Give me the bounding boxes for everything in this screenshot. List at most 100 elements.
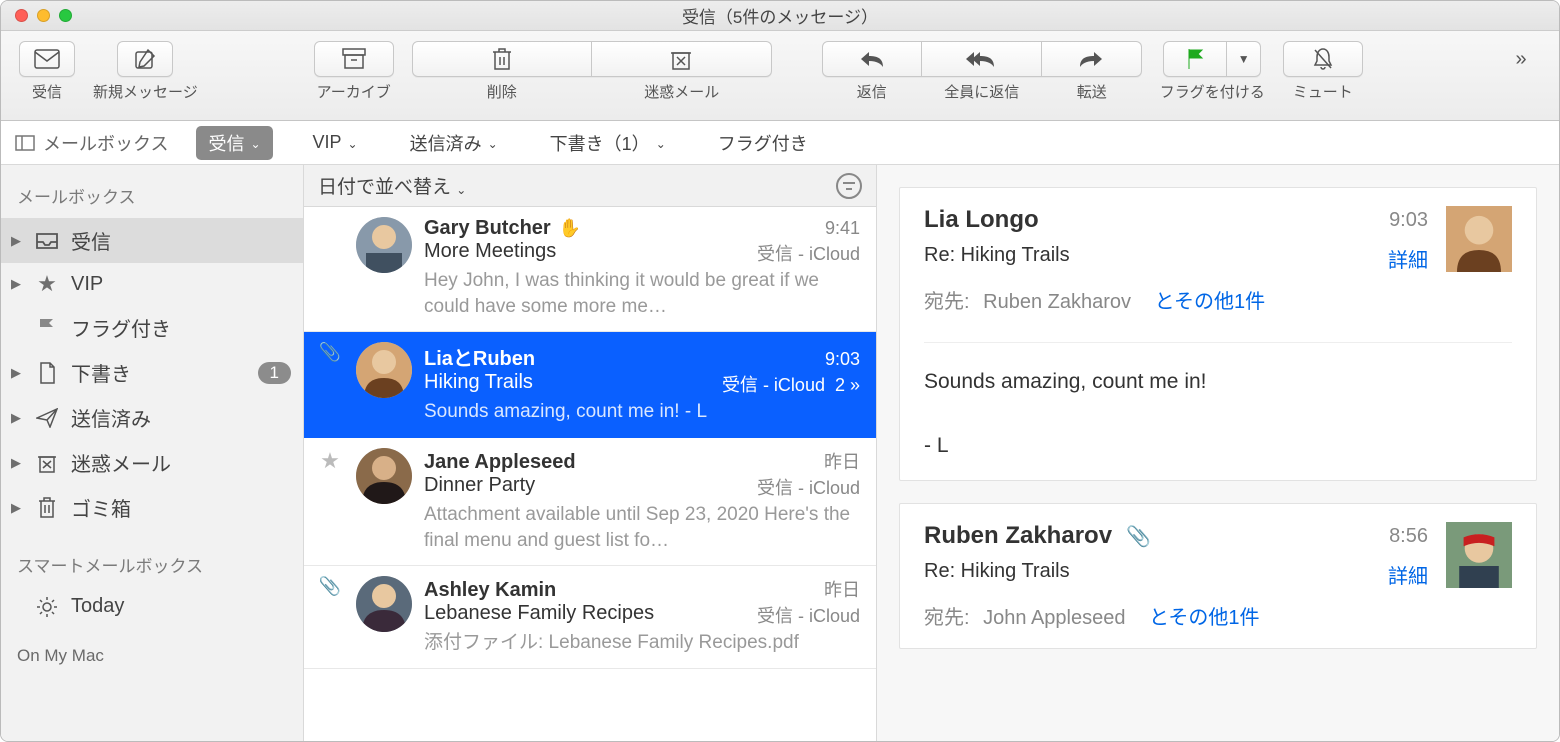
archive-button[interactable] — [314, 41, 394, 77]
avatar — [356, 342, 412, 398]
disclosure-triangle-icon: ▶ — [11, 365, 23, 381]
sort-button[interactable]: 日付で並べ替え ⌄ — [318, 172, 466, 199]
message-item[interactable]: 📎Ashley Kamin昨日Lebanese Family Recipes受信… — [304, 566, 876, 669]
details-link[interactable]: 詳細 — [1388, 560, 1428, 589]
sidebar-item-today[interactable]: Today — [1, 587, 303, 626]
chevron-down-icon: ⌄ — [656, 137, 666, 151]
thread-count: 2 » — [835, 375, 860, 396]
chevrons-right-icon: » — [1515, 48, 1526, 71]
disclosure-triangle-icon: ▶ — [11, 410, 23, 426]
disclosure-triangle-icon: ▶ — [11, 233, 23, 249]
message-item[interactable]: ★Jane Appleseed昨日Dinner Party受信 - iCloud… — [304, 438, 876, 566]
message-time: 昨日 — [824, 448, 860, 474]
reader-time: 8:56 — [1389, 525, 1428, 548]
trash-icon — [33, 497, 61, 519]
forward-button[interactable] — [1042, 41, 1142, 77]
titlebar: 受信（5件のメッセージ） — [1, 1, 1559, 31]
filter-button[interactable] — [836, 173, 862, 199]
toolbar: 受信 新規メッセージ アーカイブ 削 — [1, 31, 1559, 121]
star-icon: ★ — [33, 271, 61, 297]
chevron-down-icon: ⌄ — [250, 137, 260, 151]
mute-button[interactable] — [1283, 41, 1363, 77]
avatar — [1446, 522, 1512, 588]
minimize-window-button[interactable] — [37, 9, 50, 22]
message-sender: LiaとRuben — [424, 342, 535, 371]
favorite-flagged[interactable]: フラグ付き — [706, 126, 820, 160]
message-time: 9:41 — [825, 218, 860, 239]
chevron-down-icon: ⌄ — [348, 137, 358, 151]
reply-all-label: 全員に返信 — [922, 81, 1042, 102]
mute-bell-icon — [1312, 47, 1334, 71]
delete-label: 削除 — [412, 81, 592, 102]
message-body-line: Sounds amazing, count me in! — [924, 365, 1512, 399]
reply-label: 返信 — [822, 81, 922, 102]
reader-subject: Re: Hiking Trails — [924, 560, 1070, 589]
avatar — [356, 217, 412, 273]
sidebar-header-onmymac: On My Mac — [1, 642, 303, 676]
delete-button[interactable] — [412, 41, 592, 77]
get-mail-button[interactable] — [19, 41, 75, 77]
junk-label: 迷惑メール — [592, 81, 772, 102]
sidebar-item-inbox[interactable]: ▶ 受信 — [1, 218, 303, 263]
toolbar-overflow-button[interactable]: » — [1501, 41, 1541, 77]
chevron-down-icon: ⌄ — [488, 137, 498, 151]
zoom-window-button[interactable] — [59, 9, 72, 22]
favorite-drafts[interactable]: 下書き（1） ⌄ — [538, 126, 678, 160]
compose-button[interactable] — [117, 41, 173, 77]
close-window-button[interactable] — [15, 9, 28, 22]
to-name: John Appleseed — [983, 607, 1125, 629]
favorite-inbox[interactable]: 受信 ⌄ — [196, 126, 272, 160]
reply-all-button[interactable] — [922, 41, 1042, 77]
sidebar-item-trash[interactable]: ▶ ゴミ箱 — [1, 485, 303, 530]
message-preview: Attachment available until Sep 23, 2020 … — [424, 502, 860, 553]
mailboxes-toggle[interactable]: メールボックス — [15, 130, 168, 156]
sidebar-header-mailboxes: メールボックス — [1, 179, 303, 218]
message-subject: More Meetings — [424, 240, 556, 266]
reply-icon — [859, 50, 885, 68]
flag-label: フラグを付ける — [1160, 81, 1265, 102]
message-folder: 受信 - iCloud — [757, 474, 860, 500]
junk-button[interactable] — [592, 41, 772, 77]
message-subject: Hiking Trails — [424, 371, 533, 397]
avatar — [1446, 206, 1512, 272]
sidebar-item-flagged[interactable]: フラグ付き — [1, 305, 303, 350]
paperclip-icon: 📎 — [319, 342, 341, 363]
message-item[interactable]: Gary Butcher✋9:41More Meetings受信 - iClou… — [304, 207, 876, 332]
favorite-vip[interactable]: VIP ⌄ — [301, 128, 370, 157]
disclosure-triangle-icon: ▶ — [11, 500, 23, 516]
message-sender: Jane Appleseed — [424, 451, 576, 474]
favorites-bar: メールボックス 受信 ⌄ VIP ⌄ 送信済み ⌄ 下書き（1） ⌄ フラグ付き — [1, 121, 1559, 165]
sidebar-item-sent[interactable]: ▶ 送信済み — [1, 395, 303, 440]
message-card: Lia Longo 9:03 Re: Hiking Trails 詳細 宛先: … — [899, 187, 1537, 481]
star-icon: ★ — [320, 448, 340, 474]
details-link[interactable]: 詳細 — [1388, 244, 1428, 273]
sidebar-item-drafts[interactable]: ▶ 下書き 1 — [1, 350, 303, 395]
to-more-link[interactable]: とその他1件 — [1149, 607, 1260, 629]
message-time: 昨日 — [824, 576, 860, 602]
gear-icon — [33, 596, 61, 618]
message-item[interactable]: 📎LiaとRuben9:03Hiking Trails受信 - iCloud 2… — [304, 332, 876, 438]
to-label: 宛先: — [924, 291, 970, 313]
favorite-sent[interactable]: 送信済み ⌄ — [398, 126, 510, 160]
message-card: Ruben Zakharov 📎 8:56 Re: Hiking Trails … — [899, 503, 1537, 649]
chevron-down-icon: ▼ — [1238, 52, 1250, 66]
message-sender: Ashley Kamin — [424, 579, 556, 602]
reply-button[interactable] — [822, 41, 922, 77]
mute-label: ミュート — [1293, 81, 1353, 102]
junk-icon — [33, 452, 61, 474]
to-more-link[interactable]: とその他1件 — [1155, 291, 1266, 313]
message-body-line: - L — [924, 429, 1512, 463]
envelope-icon — [34, 49, 60, 69]
flag-button[interactable] — [1163, 41, 1227, 77]
flag-dropdown-button[interactable]: ▼ — [1227, 41, 1261, 77]
paperclip-icon: 📎 — [1126, 524, 1151, 549]
sidebar-item-junk[interactable]: ▶ 迷惑メール — [1, 440, 303, 485]
flag-icon — [33, 317, 61, 339]
flag-icon — [1186, 48, 1204, 70]
sidebar-item-vip[interactable]: ▶ ★ VIP — [1, 263, 303, 305]
reader-subject: Re: Hiking Trails — [924, 244, 1070, 273]
message-folder: 受信 - iCloud 2 » — [722, 371, 860, 397]
archive-icon — [342, 48, 366, 70]
archive-label: アーカイブ — [317, 81, 391, 102]
document-icon — [33, 362, 61, 384]
